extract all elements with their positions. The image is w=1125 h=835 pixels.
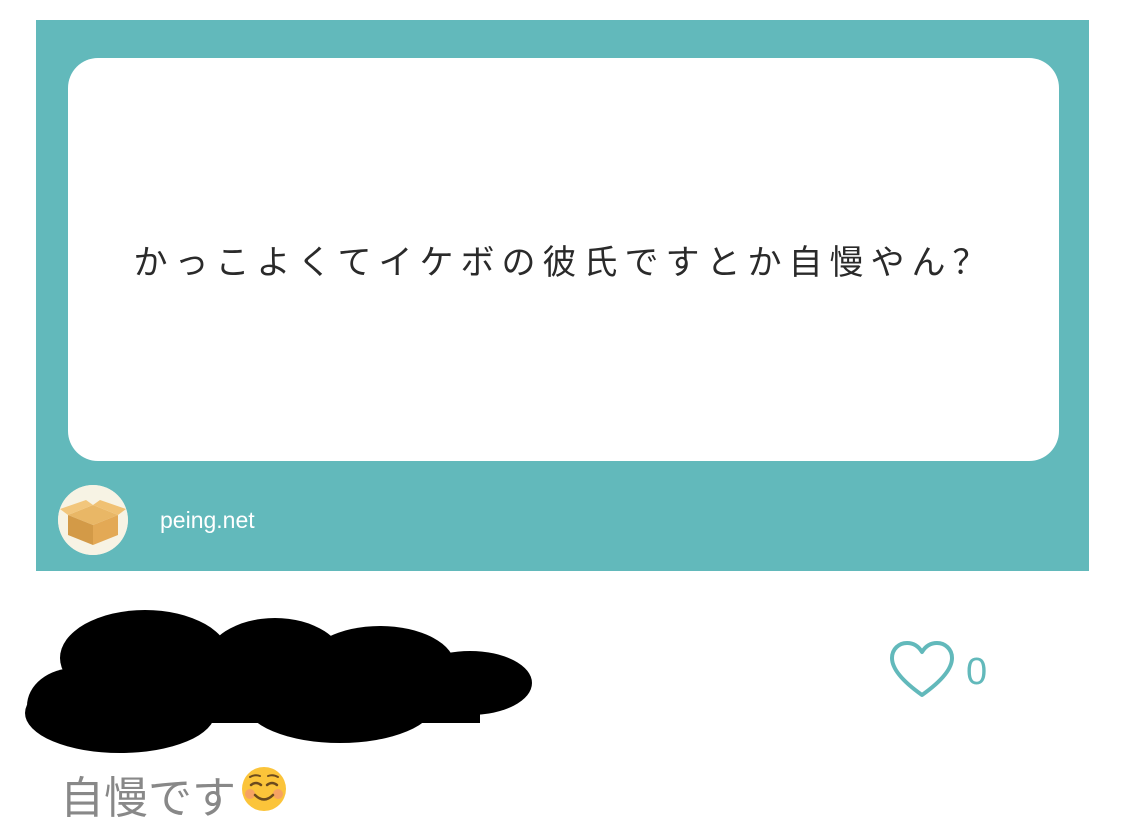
question-text: かっこよくてイケボの彼氏ですとか自慢やん？ <box>133 243 994 283</box>
redacted-username <box>20 598 540 758</box>
answer-text: 自慢です <box>60 773 236 824</box>
heart-icon[interactable] <box>888 640 956 704</box>
question-card: かっこよくてイケボの彼氏ですとか自慢やん？ peing.net <box>36 20 1089 571</box>
site-label[interactable]: peing.net <box>160 507 255 534</box>
like-count: 0 <box>966 650 988 693</box>
smiling-face-icon <box>240 765 288 824</box>
question-box: かっこよくてイケボの彼氏ですとか自慢やん？ <box>68 58 1059 461</box>
answer: 自慢です <box>60 762 288 826</box>
cardboard-box-icon <box>58 485 128 555</box>
like-button[interactable]: 0 <box>888 640 987 704</box>
